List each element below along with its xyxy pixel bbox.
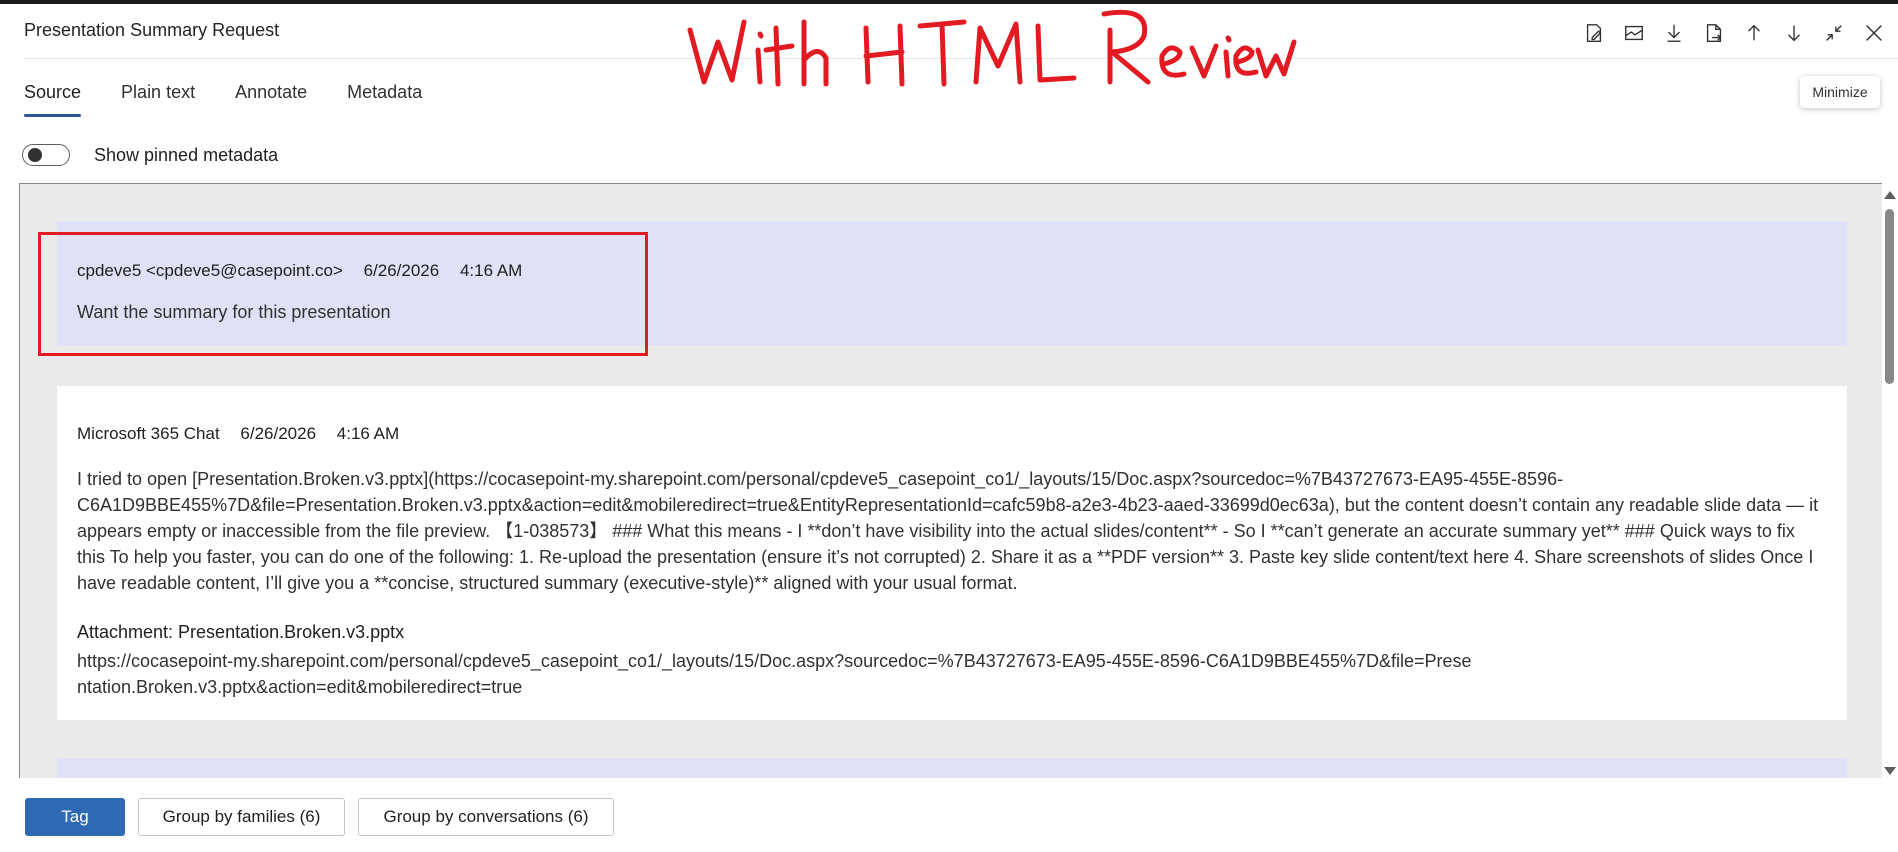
message-sender: Microsoft 365 Chat [77, 424, 220, 443]
download-icon[interactable] [1658, 18, 1690, 48]
message-text: I tried to open [Presentation.Broken.v3.… [77, 469, 1819, 593]
next-user-message [57, 759, 1847, 778]
assistant-message: Microsoft 365 Chat 6/26/2026 4:16 AM I t… [57, 386, 1847, 720]
page-title: Presentation Summary Request [24, 20, 280, 40]
minimize-tooltip: Minimize [1800, 76, 1880, 108]
toggle-knob [28, 148, 42, 162]
tab-plain-text[interactable]: Plain text [121, 78, 195, 117]
tab-source[interactable]: Source [24, 78, 82, 117]
message-time: 4:16 AM [336, 424, 400, 443]
tab-bar: Source Plain text Annotate Metadata [24, 78, 462, 117]
tab-metadata[interactable]: Metadata [347, 78, 422, 117]
attachment-label: Attachment: Presentation.Broken.v3.pptx [77, 622, 405, 642]
arrow-down-icon[interactable] [1778, 18, 1810, 48]
tab-annotate[interactable]: Annotate [235, 78, 307, 117]
message-date: 6/26/2026 [240, 424, 317, 443]
handwritten-annotation [687, 9, 1297, 87]
viewer-toolbar [1578, 18, 1890, 48]
email-icon[interactable] [1618, 18, 1650, 48]
group-by-conversations-button[interactable]: Group by conversations (6) [358, 798, 614, 836]
tag-button[interactable]: Tag [25, 798, 125, 836]
message-header: Microsoft 365 Chat 6/26/2026 4:16 AM [77, 424, 415, 444]
group-by-families-button[interactable]: Group by families (6) [138, 798, 345, 836]
pinned-metadata-label: Show pinned metadata [94, 144, 279, 165]
footer-bar: Tag Group by families (6) Group by conve… [0, 780, 1898, 852]
scroll-down-arrow-icon[interactable] [1884, 767, 1896, 775]
pinned-metadata-toggle[interactable] [22, 144, 70, 166]
annotation-highlight-box [38, 232, 648, 356]
scroll-up-arrow-icon[interactable] [1884, 191, 1896, 199]
minimize-icon[interactable] [1818, 18, 1850, 48]
scroll-thumb[interactable] [1885, 209, 1894, 384]
arrow-up-icon[interactable] [1738, 18, 1770, 48]
export-file-icon[interactable] [1698, 18, 1730, 48]
pinned-metadata-row: Show pinned metadata [22, 144, 278, 166]
edit-note-icon[interactable] [1578, 18, 1610, 48]
attachment-link[interactable]: https://cocasepoint-my.sharepoint.com/pe… [77, 648, 1477, 700]
viewer-scrollbar[interactable] [1882, 185, 1898, 779]
close-icon[interactable] [1858, 18, 1890, 48]
